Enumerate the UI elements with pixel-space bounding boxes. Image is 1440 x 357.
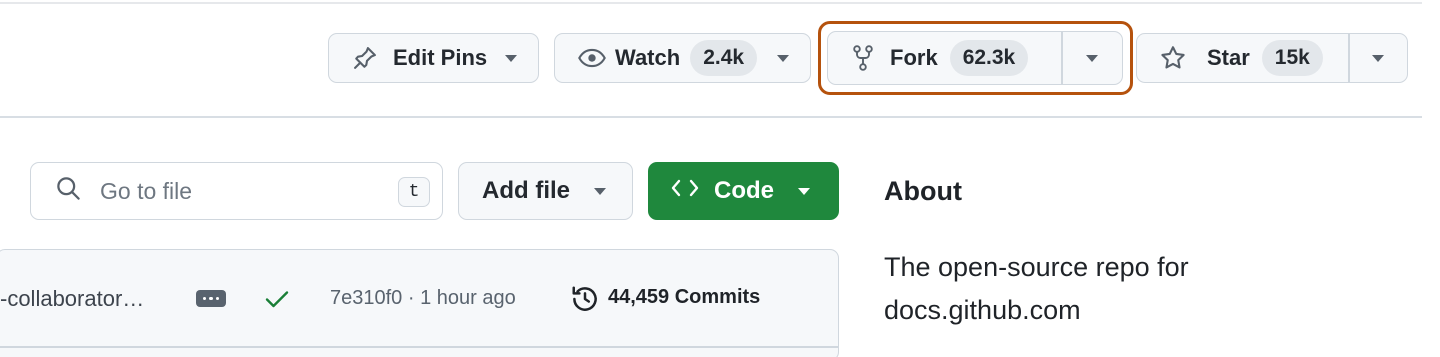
fork-label: Fork xyxy=(890,45,938,70)
about-heading: About xyxy=(884,176,962,206)
star-count: 15k xyxy=(1261,40,1323,76)
commit-sha[interactable]: 7e310f0 xyxy=(330,287,402,309)
code-icon xyxy=(670,176,700,207)
edit-pins-label: Edit Pins xyxy=(393,45,488,70)
star-button-group: Star 15k xyxy=(1136,33,1408,83)
eye-icon xyxy=(577,45,607,71)
search-input[interactable] xyxy=(100,177,380,205)
commit-message[interactable]: -collaborator… xyxy=(0,286,144,312)
ellipsis-dot xyxy=(202,296,207,301)
go-to-file-search[interactable]: t xyxy=(30,162,443,220)
ellipsis-dot xyxy=(209,296,213,301)
star-dropdown-button[interactable] xyxy=(1350,34,1408,82)
fork-button-group: Fork 62.3k xyxy=(827,31,1123,85)
chevron-down-icon xyxy=(777,54,790,62)
chevron-down-icon xyxy=(798,187,810,195)
edit-pins-button[interactable]: Edit Pins xyxy=(328,33,539,83)
ellipsis-dot xyxy=(215,296,220,301)
star-icon xyxy=(1159,44,1187,72)
fork-dropdown-button[interactable] xyxy=(1063,32,1123,84)
fork-button[interactable]: Fork 62.3k xyxy=(828,32,1061,84)
chevron-down-icon xyxy=(594,187,606,195)
about-description: The open-source repo for docs.github.com xyxy=(884,252,1189,325)
repo-forked-icon xyxy=(852,44,874,72)
watch-count: 2.4k xyxy=(690,40,758,76)
code-label: Code xyxy=(714,177,774,204)
chevron-down-icon xyxy=(1372,54,1385,62)
expand-commit-message-button[interactable] xyxy=(196,290,226,307)
commit-meta: 7e310f0 · 1 hour ago xyxy=(330,287,516,310)
top-divider xyxy=(0,2,1422,4)
fork-count: 62.3k xyxy=(949,40,1029,76)
add-file-button[interactable]: Add file xyxy=(458,162,633,220)
pin-icon xyxy=(351,44,379,72)
watch-button[interactable]: Watch 2.4k xyxy=(554,33,811,83)
check-icon[interactable] xyxy=(264,287,290,316)
keyboard-shortcut-hint: t xyxy=(398,177,430,207)
section-divider xyxy=(0,116,1422,118)
search-icon xyxy=(55,175,82,207)
chevron-down-icon xyxy=(1086,54,1099,62)
commit-time: 1 hour ago xyxy=(420,287,516,309)
commit-meta-separator: · xyxy=(402,287,421,309)
commit-bar-separator xyxy=(0,346,838,348)
commits-count-link[interactable]: 44,459 Commits xyxy=(608,286,760,309)
chevron-down-icon xyxy=(505,54,518,62)
history-icon xyxy=(570,284,600,319)
code-button[interactable]: Code xyxy=(648,162,839,220)
add-file-label: Add file xyxy=(482,177,570,204)
star-button[interactable]: Star 15k xyxy=(1137,34,1348,82)
watch-label: Watch xyxy=(615,45,681,70)
star-label: Star xyxy=(1207,45,1250,70)
